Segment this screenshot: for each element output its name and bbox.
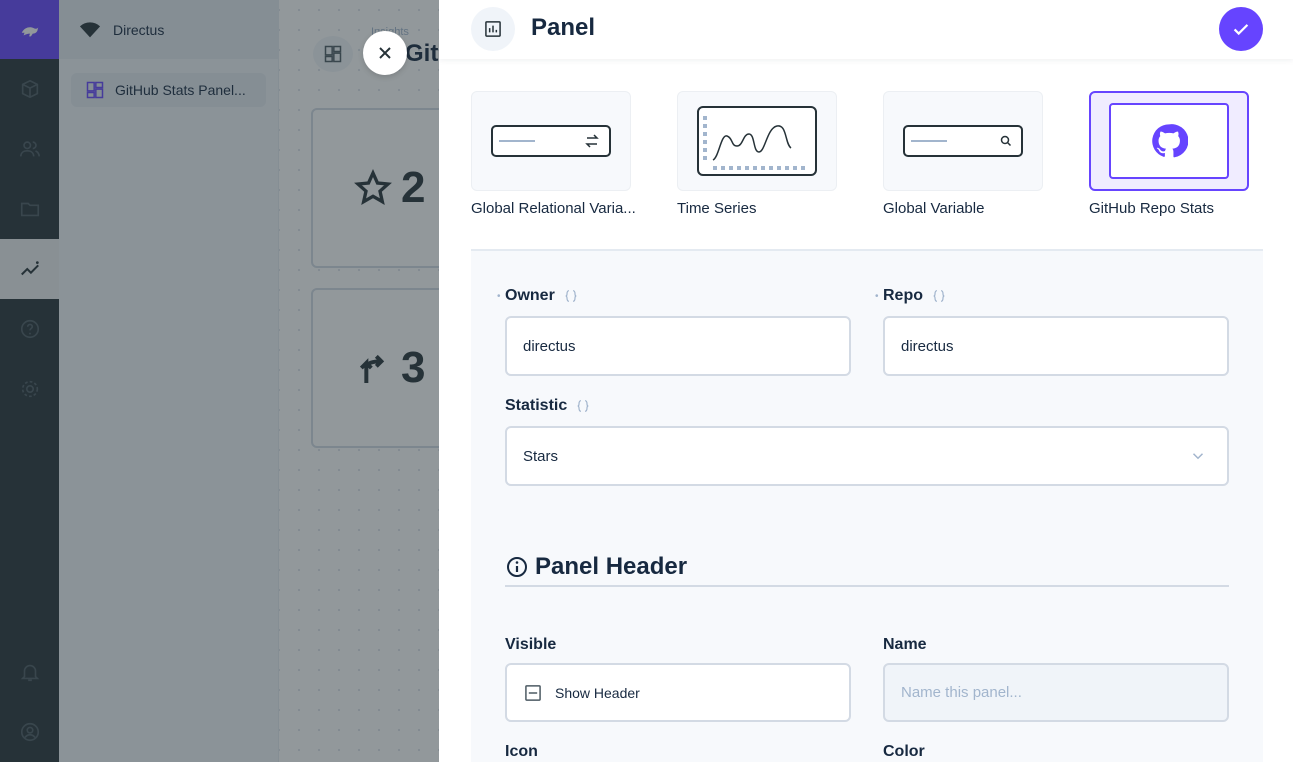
raw-value-icon[interactable] [931, 288, 947, 304]
icon-label: Icon [505, 743, 538, 760]
repo-input[interactable]: directus [883, 316, 1229, 376]
visible-label: Visible [505, 636, 557, 653]
save-button[interactable] [1219, 7, 1263, 51]
chevron-down-icon [1192, 453, 1204, 460]
statistic-value: Stars [523, 447, 559, 465]
close-icon [379, 47, 391, 59]
close-drawer-button[interactable] [363, 31, 407, 75]
drawer-header: Panel [439, 0, 1293, 59]
name-label: Name [883, 636, 927, 653]
indeterminate-checkbox-icon [525, 684, 541, 701]
statistic-select[interactable]: Stars [505, 426, 1229, 486]
panel-type-option[interactable]: Global Variable [883, 91, 1059, 217]
global-variable-preview-icon [903, 125, 1023, 157]
check-icon [1233, 24, 1249, 36]
panel-type-preview [677, 91, 837, 191]
relational-variable-preview-icon [491, 125, 611, 157]
panel-type-preview [471, 91, 631, 191]
time-series-preview-icon [697, 106, 817, 176]
panel-type-label: Global Relational Varia... [471, 200, 636, 217]
panel-header-section-title: Panel Header [505, 549, 1229, 587]
panel-options-form: • Owner directus • Repo directus Statist… [471, 251, 1263, 762]
statistic-label: Statistic [505, 397, 591, 415]
raw-value-icon[interactable] [563, 288, 579, 304]
drawer-title: Panel [531, 14, 596, 41]
panel-type-preview [883, 91, 1043, 191]
panel-name-input[interactable]: Name this panel... [883, 663, 1229, 722]
show-header-checkbox[interactable]: Show Header [505, 663, 851, 722]
info-icon [507, 557, 527, 577]
panel-type-label: Global Variable [883, 200, 985, 217]
required-indicator: • [875, 291, 879, 302]
panel-type-option[interactable]: Time Series [677, 91, 853, 217]
owner-input[interactable]: directus [505, 316, 851, 376]
panel-drawer: Panel Global Relational Varia... Time Se… [439, 0, 1293, 762]
required-indicator: • [497, 291, 501, 302]
panel-type-option-selected[interactable]: GitHub Repo Stats [1089, 91, 1265, 217]
panel-type-label: Time Series [677, 200, 757, 217]
owner-label-text: Owner [505, 287, 555, 304]
repo-label-text: Repo [883, 287, 923, 304]
color-label: Color [883, 743, 925, 760]
panel-type-preview [1089, 91, 1249, 191]
owner-label: Owner [505, 287, 579, 305]
panel-type-selector: Global Relational Varia... Time Series G… [471, 91, 1263, 251]
raw-value-icon[interactable] [575, 398, 591, 414]
panel-type-option[interactable]: Global Relational Varia... [471, 91, 647, 217]
github-icon [1152, 124, 1188, 158]
insert-chart-icon [485, 21, 501, 37]
panel-type-label: GitHub Repo Stats [1089, 200, 1215, 217]
github-preview-frame [1109, 103, 1229, 179]
drawer-header-icon [471, 7, 515, 51]
section-title-text: Panel Header [535, 553, 688, 580]
statistic-label-text: Statistic [505, 397, 568, 414]
show-header-label: Show Header [555, 684, 640, 701]
repo-label: Repo [883, 287, 947, 305]
